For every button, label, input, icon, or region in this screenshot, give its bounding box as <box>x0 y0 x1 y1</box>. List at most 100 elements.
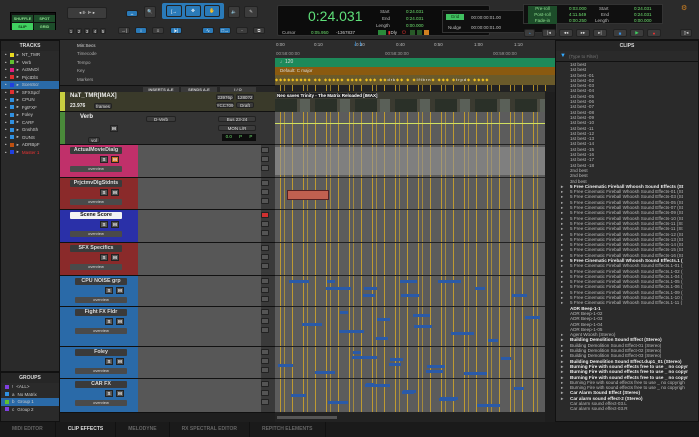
key-ruler[interactable]: Default: C major <box>275 67 555 75</box>
record-button[interactable] <box>261 349 269 355</box>
length-value[interactable]: 0:00.000 <box>406 23 424 28</box>
link-track-edit-button[interactable]: ≡ <box>152 27 164 34</box>
zoom-waveform-buttons[interactable]: ◂ ⊪ ⊫ ▸ <box>67 7 107 19</box>
folder-track-lane[interactable] <box>275 307 555 347</box>
solo-button[interactable]: S <box>100 221 108 228</box>
group-list-item[interactable]: c Group 2 <box>1 406 59 414</box>
insertion-follows-playback-button[interactable]: |▸| <box>170 27 182 34</box>
record-button[interactable] <box>261 381 269 387</box>
folder-track-lane[interactable] <box>275 210 555 243</box>
output-selector[interactable]: Bus 23-24 <box>218 116 256 122</box>
solo-button[interactable]: S <box>105 358 113 365</box>
aux-track-header[interactable]: Verb M vol D-Verb Bus 23-24 MON L/R 0.0 P… <box>60 112 275 145</box>
playlist-button[interactable] <box>261 156 269 162</box>
selector-tool-icon[interactable]: ✥ <box>185 5 201 17</box>
track-list-item[interactable]: • ▸ ActMvDl <box>1 66 59 74</box>
fadein-button[interactable]: Fade-in <box>528 18 557 24</box>
group-list-item[interactable]: a No Matrix <box>1 391 59 399</box>
ruler-minsecs[interactable]: Min:Secs <box>77 43 96 48</box>
playlist-button[interactable] <box>261 318 269 324</box>
mute-button[interactable]: M <box>111 254 119 261</box>
track-name[interactable]: Fight FX Fldr <box>75 309 127 316</box>
go-to-end-button[interactable]: ▸| <box>593 29 607 37</box>
scrubber-tool-icon[interactable]: 🔈 <box>228 6 240 18</box>
pencil-tool-icon[interactable]: ✎ <box>244 6 258 18</box>
audio-clip[interactable] <box>389 363 401 366</box>
overview-selector[interactable]: overview <box>75 400 127 406</box>
transport-length-value[interactable]: 0:00.000 <box>634 18 652 23</box>
midi-input-indicator[interactable] <box>378 30 386 35</box>
track-list-item[interactable]: • ▸ Master 1 <box>1 149 59 157</box>
playlist-button[interactable] <box>261 254 269 260</box>
folder-track-lane[interactable] <box>275 347 555 379</box>
audio-clip[interactable] <box>340 311 348 314</box>
mirror-midi-button[interactable]: ∿ <box>202 27 214 34</box>
audio-clip[interactable] <box>352 356 377 359</box>
aux-track-lane[interactable] <box>275 112 555 145</box>
visibility-dot-icon[interactable]: • <box>5 97 7 102</box>
track-list-item[interactable]: • ▸ PrjctDlS <box>1 74 59 82</box>
audio-clip[interactable] <box>363 294 375 297</box>
visibility-dot-icon[interactable]: • <box>5 120 7 125</box>
folder-track-lane[interactable] <box>275 178 555 210</box>
track-name[interactable]: Scene Score <box>70 212 122 219</box>
video-codec[interactable]: YCC709 <box>216 102 234 108</box>
folder-track-header[interactable]: CPU NOISE grp S Moverview <box>60 276 275 307</box>
insert-slot-dverb[interactable]: D-Verb <box>146 116 176 122</box>
smart-tool[interactable]: [→ ✥ ✋ <box>162 3 224 19</box>
audio-clip[interactable] <box>477 404 500 407</box>
video-track-header[interactable]: NaT_TMR[IMAX] 23.976 frames 23976p 1280?… <box>60 92 275 112</box>
add-track-button[interactable] <box>261 165 269 171</box>
zoom-preset-1[interactable]: 1 <box>68 28 74 34</box>
record-enable-icon[interactable]: ⏻ <box>402 30 406 36</box>
folder-track-lane[interactable] <box>275 243 555 276</box>
audio-clip[interactable] <box>353 351 361 354</box>
timeline[interactable]: 0:00 0:10 0:30 0:40 0:50 1:00 1:10 00:58:00:00… <box>275 40 555 422</box>
audio-clip[interactable] <box>327 280 335 283</box>
mute-button[interactable]: M <box>111 189 119 196</box>
audio-clip[interactable] <box>289 280 309 283</box>
add-track-button[interactable] <box>261 230 269 236</box>
visibility-dot-icon[interactable]: • <box>5 90 7 95</box>
audio-clip[interactable] <box>512 294 527 297</box>
filter-icon[interactable]: ▼ <box>560 53 566 59</box>
playhead-icon[interactable]: ⇃⇂ <box>353 41 363 48</box>
monitor-selector[interactable]: MON L/R <box>218 125 256 131</box>
audio-clip[interactable] <box>339 330 364 333</box>
audio-clip[interactable] <box>278 364 293 367</box>
track-list-item[interactable]: • ▸ CPUN <box>1 96 59 104</box>
mute-button[interactable]: M <box>116 358 124 365</box>
volume-pan-readout[interactable]: 0.0 P P <box>222 134 256 141</box>
fast-forward-button[interactable]: ▸▸ <box>576 29 590 37</box>
playlist-button[interactable] <box>261 189 269 195</box>
metronome-indicator[interactable] <box>424 30 429 35</box>
tempo-ruler[interactable]: ♩120 <box>275 58 555 67</box>
track-list-item[interactable]: • ▸ GnshSh <box>1 126 59 134</box>
folder-track-header[interactable]: Scene Score S Moverview <box>60 210 275 243</box>
audio-clip[interactable] <box>390 358 403 361</box>
track-name[interactable]: SFX Specifics <box>70 245 122 252</box>
audio-clip[interactable] <box>439 398 456 401</box>
audio-clip[interactable] <box>315 371 335 374</box>
automation-mode[interactable]: vol <box>88 137 100 143</box>
mute-button[interactable]: M <box>116 390 124 397</box>
start-value[interactable]: 0:24.031 <box>406 9 424 14</box>
video-rate[interactable]: 23976p <box>216 94 234 100</box>
audio-clip[interactable] <box>451 332 474 335</box>
grid-label[interactable]: Grid <box>446 14 464 20</box>
audio-clip[interactable] <box>427 365 445 368</box>
solo-button[interactable]: S <box>105 318 113 325</box>
mini-transport-button[interactable]: ▯◂ <box>680 29 692 37</box>
visibility-dot-icon[interactable]: • <box>5 82 7 87</box>
zoom-toggle-button[interactable]: ↔ <box>126 10 138 17</box>
automation-follows-edit-button[interactable]: □→ <box>219 27 231 34</box>
track-list-item[interactable]: • ▸ Verb <box>1 59 59 67</box>
record-button[interactable] <box>261 147 269 153</box>
ruler-tempo[interactable]: Tempo <box>77 60 91 65</box>
folder-track-lane[interactable] <box>275 276 555 307</box>
online-button[interactable]: ◔ <box>524 29 535 37</box>
audio-clip[interactable] <box>525 316 540 319</box>
window-config-button[interactable]: ⧉ <box>253 27 265 34</box>
nudge-value[interactable]: 00:00:00:01.00 <box>471 25 501 30</box>
main-counter[interactable]: 0:24.031 <box>308 8 363 24</box>
